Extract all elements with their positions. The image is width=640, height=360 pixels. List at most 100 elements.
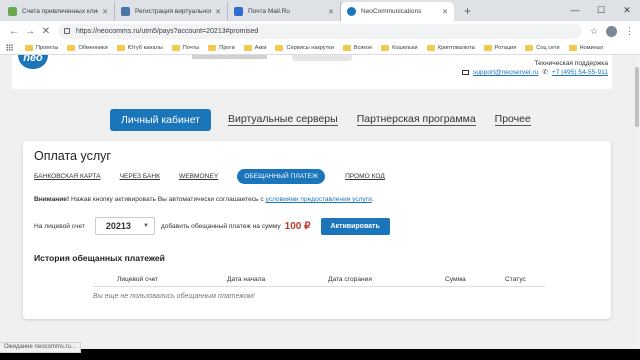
bookmark-folder[interactable]: Почты (171, 44, 200, 51)
bookmark-folder[interactable]: Всякое (342, 44, 372, 51)
account-select-value: 20213 (105, 221, 131, 231)
bookmark-label: Обменники (78, 44, 108, 51)
site-logo[interactable]: neo (18, 55, 48, 69)
nav-other-link[interactable]: Прочее (494, 114, 531, 126)
status-bar: Ожидание neocomms.ru... (0, 342, 81, 353)
notice-text: Внимание! Нажав кнопку активировать Вы а… (34, 196, 374, 203)
folder-icon (568, 44, 577, 51)
browser-tab[interactable]: Почта Mail.Ru ✕ (228, 2, 341, 21)
scrollbar-thumb[interactable] (635, 67, 639, 127)
folder-icon (525, 44, 534, 51)
support-label: Техническая поддержка (534, 60, 608, 67)
folder-icon (116, 44, 125, 51)
browser-tab[interactable]: Счета привлеченных клиентов ✕ (2, 2, 115, 21)
bookmark-label: Соц сети (536, 44, 560, 51)
support-phone-link[interactable]: +7 (495) 54-55-911 (552, 68, 608, 77)
bookmark-folder[interactable]: Соц сети (525, 44, 560, 51)
account-select[interactable]: 20213 ▼ (94, 217, 155, 235)
minimize-icon[interactable]: — (562, 0, 588, 21)
browser-tab-active[interactable]: NeoCommunications ✕ (341, 2, 454, 21)
tab-title: Регистрация виртуального серв (135, 8, 211, 15)
page-scrollbar[interactable] (634, 55, 640, 349)
chevron-down-icon: ▼ (142, 223, 149, 229)
maximize-icon[interactable]: ☐ (588, 0, 614, 21)
notice-end: . (371, 196, 374, 203)
header-control-fragment (292, 55, 352, 61)
payment-card: Оплата услуг БАНКОВСКАЯ КАРТА ЧЕРЕЗ БАНК… (23, 141, 611, 319)
avatar[interactable] (606, 25, 617, 37)
tab-title: Счета привлеченных клиентов (22, 8, 98, 15)
close-tab-icon[interactable]: ✕ (215, 8, 221, 16)
history-table-header: Лицевой счет Дата начала Дата сгорания С… (93, 273, 545, 287)
stop-loading-icon[interactable]: ✕ (38, 26, 54, 37)
page-viewport: neo Техническая поддержка support@neoser… (0, 55, 634, 349)
support-block: Техническая поддержка support@neoserver.… (462, 59, 608, 77)
bottom-strip (0, 349, 640, 360)
apps-grid-icon (6, 44, 13, 51)
folder-icon (275, 44, 284, 51)
folder-icon (483, 44, 492, 51)
folder-icon (381, 44, 390, 51)
tab-promised-payment[interactable]: ОБЕЩАННЫЙ ПЛАТЕЖ (237, 169, 326, 184)
back-icon[interactable]: ← (6, 26, 22, 37)
notice-strong: Внимание! (34, 196, 70, 203)
tab-via-bank[interactable]: ЧЕРЕЗ БАНК (120, 173, 160, 180)
tab-bank-card[interactable]: БАНКОВСКАЯ КАРТА (34, 173, 101, 180)
bookmarks-bar: Проекты Обменники Ютуб каналы Почты Прог… (0, 41, 640, 55)
bookmark-label: Криптовалюта (437, 44, 475, 51)
site-header: neo Техническая поддержка support@neoser… (12, 55, 612, 89)
browser-tabstrip: Счета привлеченных клиентов ✕ Регистраци… (0, 0, 640, 21)
close-tab-icon[interactable]: ✕ (102, 8, 108, 16)
bookmark-folder[interactable]: Ротация (483, 44, 517, 51)
envelope-icon (462, 70, 470, 75)
bookmark-folder[interactable]: Обменники (67, 44, 108, 51)
nav-partner-link[interactable]: Партнерская программа (356, 114, 476, 126)
bookmark-folder[interactable]: Проги (208, 44, 235, 51)
folder-icon (25, 44, 33, 51)
header-text-fragment (192, 55, 267, 59)
bookmark-folder[interactable]: Ютуб каналы (116, 44, 163, 51)
nav-cabinet-button[interactable]: Личный кабинет (110, 109, 211, 131)
apps-bookmark[interactable] (6, 44, 16, 51)
close-window-icon[interactable]: ✕ (614, 0, 640, 21)
terms-link[interactable]: условиями предоставления услуги (265, 196, 371, 203)
history-title: История обещанных платежей (34, 253, 165, 263)
star-icon[interactable]: ☆ (590, 26, 598, 37)
menu-icon[interactable]: ⋮ (625, 26, 634, 37)
bookmark-folder[interactable]: Проекты (25, 44, 58, 51)
nav-servers-link[interactable]: Виртуальные серверы (228, 114, 338, 126)
column-header: Дата сгорания (328, 276, 372, 283)
tab-favicon-icon (8, 7, 17, 16)
column-header: Лицевой счет (117, 276, 159, 283)
lock-icon (64, 28, 70, 34)
bookmark-label: Кошельки (392, 44, 418, 51)
bookmark-folder[interactable]: Криптовалюта (426, 44, 475, 51)
tab-title: NeoCommunications (361, 8, 422, 15)
bookmark-label: Ротация (494, 44, 517, 51)
history-empty-message: Вы еще не пользовались обещанным платежо… (93, 293, 255, 300)
tab-favicon-icon (121, 7, 130, 16)
address-url: https://neocomms.ru/utm5/pays?account=20… (76, 27, 259, 35)
bookmark-label: Акки (254, 44, 267, 51)
tab-promo-code[interactable]: ПРОМО КОД (345, 173, 385, 180)
folder-icon (426, 44, 435, 51)
bookmark-folder[interactable]: Номинал (568, 44, 604, 51)
support-email-link[interactable]: support@neoserver.ru (473, 68, 538, 77)
browser-toolbar: ← → ✕ https://neocomms.ru/utm5/pays?acco… (0, 21, 640, 41)
bookmark-label: Номинал (579, 44, 604, 51)
column-header: Дата начала (227, 276, 266, 283)
address-bar[interactable]: https://neocomms.ru/utm5/pays?account=20… (58, 23, 582, 39)
browser-tab[interactable]: Регистрация виртуального серв ✕ (115, 2, 228, 21)
add-label: добавить обещанный платеж на сумму (160, 222, 281, 230)
tab-webmoney[interactable]: WEBMONEY (179, 173, 218, 180)
activate-button[interactable]: Активировать (320, 217, 390, 235)
bookmark-folder[interactable]: Кошельки (381, 44, 418, 51)
bookmark-folder[interactable]: Сервисы накрутки (275, 44, 334, 51)
forward-icon[interactable]: → (22, 26, 38, 37)
folder-icon (208, 44, 217, 51)
new-tab-button[interactable]: + (464, 4, 471, 18)
bookmark-folder[interactable]: Акки (243, 44, 267, 51)
bookmark-label: Почты (182, 44, 200, 51)
close-tab-icon[interactable]: ✕ (328, 8, 334, 16)
close-tab-icon[interactable]: ✕ (442, 8, 448, 16)
